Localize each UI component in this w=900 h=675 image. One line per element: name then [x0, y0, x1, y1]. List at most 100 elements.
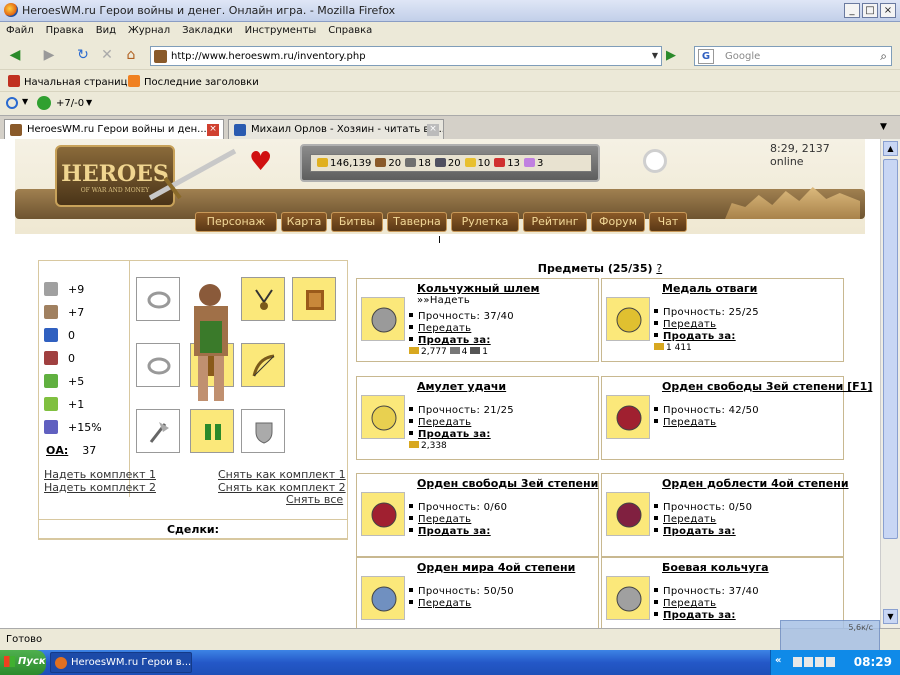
item-name-link[interactable]: Медаль отваги	[662, 282, 757, 295]
addon-icon[interactable]	[6, 97, 18, 109]
wear-item-link[interactable]: »»Надеть	[417, 295, 470, 306]
sell-link[interactable]: Продать за:	[418, 526, 491, 537]
item-name-link[interactable]: Орден свободы 3ей степени	[417, 477, 598, 490]
bookmark-home[interactable]: Начальная страница	[8, 75, 134, 88]
item-image[interactable]	[361, 576, 405, 620]
game-header: HEROES OF WAR AND MONEY ♥ 146,139 20 18 20 10…	[15, 139, 865, 234]
resource-value: 18	[418, 158, 431, 169]
chevron-down-icon[interactable]: ▼	[652, 51, 658, 60]
oa-label[interactable]: ОА:	[46, 444, 68, 457]
item-name-link[interactable]: Кольчужный шлем	[417, 282, 540, 295]
go-icon[interactable]: ▶	[666, 47, 684, 65]
tray-app-icon[interactable]	[793, 657, 802, 667]
item-name-link[interactable]: Орден доблести 4ой степени	[662, 477, 849, 490]
durability-row: Прочность: 0/60	[409, 502, 507, 513]
slot-book[interactable]	[292, 277, 336, 321]
sell-link[interactable]: Продать за:	[663, 526, 736, 537]
menu-history[interactable]: Журнал	[122, 22, 176, 39]
menu-file[interactable]: Файл	[0, 22, 40, 39]
tab-book[interactable]: Михаил Орлов - Хозяин - читать в б... ×	[228, 119, 444, 140]
nav-rating-button[interactable]: Рейтинг	[523, 212, 587, 232]
nav-character-button[interactable]: Персонаж	[195, 212, 277, 232]
nav-map-button[interactable]: Карта	[281, 212, 327, 232]
tab-heroeswm[interactable]: HeroesWM.ru Герои войны и ден... ×	[4, 119, 224, 140]
transfer-link[interactable]: Передать	[663, 319, 716, 330]
chevron-down-icon[interactable]: ▼	[22, 97, 28, 106]
close-button[interactable]: ×	[880, 3, 896, 18]
maximize-button[interactable]: □	[862, 3, 878, 18]
wear-kit-1-link[interactable]: Надеть комплект 1	[44, 468, 156, 481]
menu-edit[interactable]: Правка	[40, 22, 90, 39]
transfer-link[interactable]: Передать	[663, 598, 716, 609]
stop-icon[interactable]: ✕	[96, 44, 118, 66]
taskbar-firefox-item[interactable]: HeroesWM.ru Герои в...	[50, 652, 192, 673]
save-kit-1-link[interactable]: Снять как комплект 1	[218, 468, 346, 481]
item-card: Орден мира 4ой степени Прочность: 50/50 Пе…	[356, 557, 599, 628]
scroll-up-icon[interactable]: ▲	[883, 141, 898, 156]
tray-expand[interactable]: «	[775, 655, 781, 666]
tray-app-icon[interactable]	[804, 657, 813, 667]
transfer-link[interactable]: Передать	[418, 514, 471, 525]
item-image[interactable]	[361, 395, 405, 439]
transfer-link[interactable]: Передать	[663, 417, 716, 428]
addon-counter[interactable]: +7/-0	[56, 98, 84, 109]
search-icon[interactable]: ⌕	[880, 49, 887, 64]
sell-price: 1 411	[654, 343, 692, 353]
slot-ring-2[interactable]	[136, 343, 180, 387]
items-help-link[interactable]: ?	[656, 262, 662, 275]
scroll-thumb[interactable]	[883, 159, 898, 539]
crystal-icon	[494, 158, 506, 167]
address-bar[interactable]: http://www.heroeswm.ru/inventory.php ▼	[150, 46, 662, 66]
item-image[interactable]	[361, 297, 405, 341]
tray-app-icon[interactable]	[826, 657, 835, 667]
item-name-link[interactable]: Амулет удачи	[417, 380, 506, 393]
gems-icon	[524, 158, 536, 167]
item-name-link[interactable]: Орден свободы 3ей степени [F1]	[662, 380, 872, 393]
transfer-link[interactable]: Передать	[663, 514, 716, 525]
home-icon[interactable]: ⌂	[120, 44, 142, 66]
sell-link[interactable]: Продать за:	[418, 335, 491, 346]
transfer-link[interactable]: Передать	[418, 323, 471, 334]
remove-all-link[interactable]: Снять все	[286, 493, 343, 506]
back-icon[interactable]: ◀	[4, 44, 26, 66]
sell-link[interactable]: Продать за:	[418, 429, 491, 440]
search-engine-icon[interactable]: G	[698, 49, 714, 64]
tab-list-icon[interactable]: ▼	[880, 122, 887, 132]
minimize-button[interactable]: _	[844, 3, 860, 18]
item-image[interactable]	[606, 492, 650, 536]
scroll-down-icon[interactable]: ▼	[883, 609, 898, 624]
sell-link[interactable]: Продать за:	[663, 331, 736, 342]
slot-axe[interactable]	[136, 409, 180, 453]
item-image[interactable]	[606, 576, 650, 620]
slot-ring-1[interactable]	[136, 277, 180, 321]
wear-kit-2-link[interactable]: Надеть комплект 2	[44, 481, 156, 494]
addon-toolbar: ▼ +7/-0 ▼	[0, 91, 900, 115]
nav-roulette-button[interactable]: Рулетка	[451, 212, 519, 232]
item-name-link[interactable]: Боевая кольчуга	[662, 561, 769, 574]
reload-icon[interactable]: ↻	[72, 44, 94, 66]
transfer-link[interactable]: Передать	[418, 598, 471, 609]
nav-battles-button[interactable]: Битвы	[331, 212, 383, 232]
transfer-link[interactable]: Передать	[418, 417, 471, 428]
close-tab-icon[interactable]: ×	[207, 124, 219, 136]
nav-tavern-button[interactable]: Таверна	[387, 212, 447, 232]
tray-app-icon[interactable]	[815, 657, 824, 667]
search-input[interactable]: G Google ⌕	[694, 46, 892, 66]
sell-link[interactable]: Продать за:	[663, 610, 736, 621]
menu-bookmarks[interactable]: Закладки	[176, 22, 239, 39]
chevron-down-icon[interactable]: ▼	[86, 98, 92, 107]
item-name-link[interactable]: Орден мира 4ой степени	[417, 561, 575, 574]
menu-view[interactable]: Вид	[90, 22, 122, 39]
item-image[interactable]	[361, 492, 405, 536]
nav-forum-button[interactable]: Форум	[591, 212, 645, 232]
menu-tools[interactable]: Инструменты	[239, 22, 323, 39]
item-image[interactable]	[606, 395, 650, 439]
bookmark-headlines[interactable]: Последние заголовки	[128, 75, 259, 88]
close-tab-icon[interactable]: ×	[427, 124, 439, 136]
nav-chat-button[interactable]: Чат	[649, 212, 687, 232]
forward-icon[interactable]: ▶	[38, 44, 60, 66]
item-image[interactable]	[606, 297, 650, 341]
start-button[interactable]: Пуск	[0, 650, 46, 675]
menu-help[interactable]: Справка	[322, 22, 378, 39]
vertical-scrollbar[interactable]: ▲ ▼	[880, 139, 900, 628]
